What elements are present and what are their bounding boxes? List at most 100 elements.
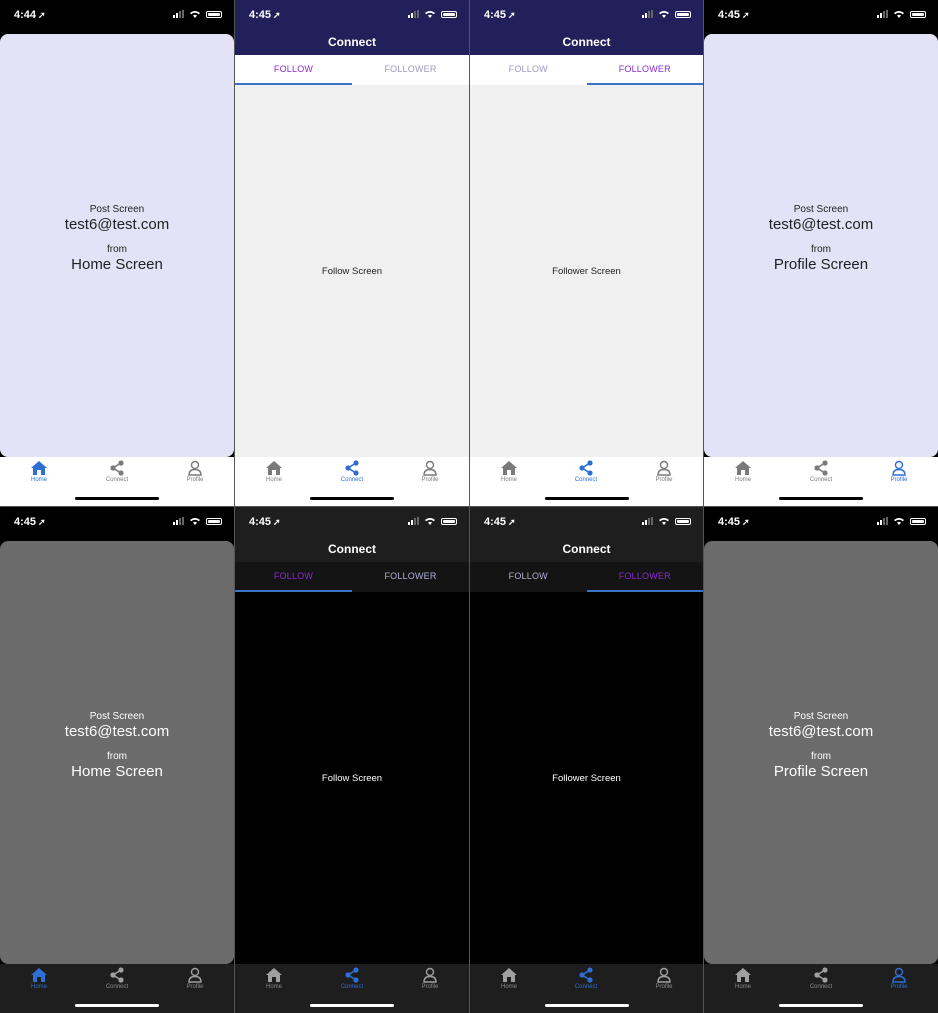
tab-profile-label: Profile xyxy=(421,477,439,483)
tab-home-label: Home xyxy=(265,477,282,483)
home-icon xyxy=(501,968,517,982)
status-bar: 4:45 ➚ xyxy=(0,507,234,537)
tab-home[interactable]: Home xyxy=(713,967,773,990)
follow-screen-label: Follow Screen xyxy=(321,266,383,277)
tab-home[interactable]: Home xyxy=(244,460,304,483)
post-source: Home Screen xyxy=(71,256,163,273)
tab-connect-label: Connect xyxy=(574,984,598,990)
signal-icon xyxy=(173,10,184,18)
tab-profile[interactable]: Profile xyxy=(634,460,694,483)
wifi-icon xyxy=(190,11,200,18)
tab-profile[interactable]: Profile xyxy=(165,967,225,990)
battery-icon xyxy=(206,517,222,525)
tab-home-label: Home xyxy=(734,477,751,483)
tab-follow[interactable]: FOLLOW xyxy=(235,562,352,592)
tab-follower[interactable]: FOLLOWER xyxy=(352,55,469,85)
tab-connect-label: Connect xyxy=(340,984,364,990)
share-icon xyxy=(579,460,593,476)
post-email: test6@test.com xyxy=(64,723,170,740)
person-icon xyxy=(188,967,202,983)
tab-connect-label: Connect xyxy=(105,984,129,990)
post-title: Post Screen xyxy=(89,204,145,215)
nav-bar: Connect xyxy=(470,30,703,55)
tab-connect-label: Connect xyxy=(809,477,833,483)
tab-connect[interactable]: Connect xyxy=(556,460,616,483)
tab-profile-label: Profile xyxy=(890,477,908,483)
nav-bar: Connect xyxy=(235,30,469,55)
tab-connect[interactable]: Connect xyxy=(87,967,147,990)
tab-home-label: Home xyxy=(734,984,751,990)
home-indicator xyxy=(544,1004,629,1007)
tab-profile[interactable]: Profile xyxy=(400,967,460,990)
tab-follow[interactable]: FOLLOW xyxy=(235,55,352,85)
tab-home[interactable]: Home xyxy=(9,460,69,483)
location-arrow-icon: ➚ xyxy=(508,517,516,527)
phone-connect-follow-dark: 4:45 ➚ Connect FOLLOW FOLLOWER Follow Scr… xyxy=(235,507,469,1013)
page-title: Connect xyxy=(328,35,376,49)
home-indicator xyxy=(779,497,863,500)
home-icon xyxy=(31,968,47,982)
tab-connect[interactable]: Connect xyxy=(791,460,851,483)
tab-home[interactable]: Home xyxy=(479,967,539,990)
share-icon xyxy=(579,967,593,983)
tab-profile-label: Profile xyxy=(655,477,673,483)
share-icon xyxy=(814,967,828,983)
tab-connect-label: Connect xyxy=(340,477,364,483)
tab-connect[interactable]: Connect xyxy=(322,460,382,483)
status-bar: 4:45 ➚ xyxy=(704,0,938,30)
tab-follow[interactable]: FOLLOW xyxy=(470,55,587,85)
wifi-icon xyxy=(659,11,669,18)
tab-profile[interactable]: Profile xyxy=(634,967,694,990)
tab-connect[interactable]: Connect xyxy=(87,460,147,483)
tab-profile[interactable]: Profile xyxy=(165,460,225,483)
tab-follower[interactable]: FOLLOWER xyxy=(586,562,704,592)
tab-connect-label: Connect xyxy=(574,477,598,483)
tab-home-label: Home xyxy=(30,984,47,990)
post-from: from xyxy=(107,244,127,255)
tab-home[interactable]: Home xyxy=(244,967,304,990)
signal-icon xyxy=(173,517,184,525)
home-indicator xyxy=(75,1004,159,1007)
location-arrow-icon: ➚ xyxy=(38,517,46,527)
post-email: test6@test.com xyxy=(768,723,874,740)
battery-icon xyxy=(206,10,222,18)
home-icon xyxy=(31,461,47,475)
phone-post-home-dark: 4:45 ➚ Post Screen test6@test.com from Ho… xyxy=(0,507,234,1013)
tab-home-label: Home xyxy=(265,984,282,990)
tab-connect[interactable]: Connect xyxy=(322,967,382,990)
person-icon xyxy=(657,967,671,983)
person-icon xyxy=(892,967,906,983)
signal-icon xyxy=(877,517,888,525)
follower-screen-label: Follower Screen xyxy=(552,773,621,784)
tab-home[interactable]: Home xyxy=(479,460,539,483)
tab-home[interactable]: Home xyxy=(9,967,69,990)
post-card: Post Screen test6@test.com from Home Scr… xyxy=(0,34,234,457)
signal-icon xyxy=(408,10,419,18)
tab-connect[interactable]: Connect xyxy=(791,967,851,990)
tab-home[interactable]: Home xyxy=(713,460,773,483)
follower-screen-label: Follower Screen xyxy=(552,266,621,277)
nav-bar: Connect xyxy=(470,537,703,562)
tab-follow[interactable]: FOLLOW xyxy=(470,562,587,592)
tab-profile-label: Profile xyxy=(186,984,204,990)
tab-profile[interactable]: Profile xyxy=(869,460,929,483)
tab-follower[interactable]: FOLLOWER xyxy=(586,55,704,85)
tab-connect[interactable]: Connect xyxy=(556,967,616,990)
tab-profile[interactable]: Profile xyxy=(869,967,929,990)
wifi-icon xyxy=(190,518,200,525)
status-time: 4:45 xyxy=(249,9,272,21)
location-arrow-icon: ➚ xyxy=(273,517,281,527)
nav-bar: Connect xyxy=(235,537,469,562)
follow-screen-label: Follow Screen xyxy=(321,773,383,784)
tab-profile[interactable]: Profile xyxy=(400,460,460,483)
follow-content: Follow Screen xyxy=(235,592,469,964)
status-time: 4:45 xyxy=(718,516,741,528)
share-icon xyxy=(345,460,359,476)
home-indicator xyxy=(310,1004,394,1007)
top-tabs: FOLLOW FOLLOWER xyxy=(235,562,469,592)
person-icon xyxy=(423,460,437,476)
wifi-icon xyxy=(894,518,904,525)
post-source: Home Screen xyxy=(71,763,163,780)
tab-follower[interactable]: FOLLOWER xyxy=(352,562,469,592)
person-icon xyxy=(423,967,437,983)
